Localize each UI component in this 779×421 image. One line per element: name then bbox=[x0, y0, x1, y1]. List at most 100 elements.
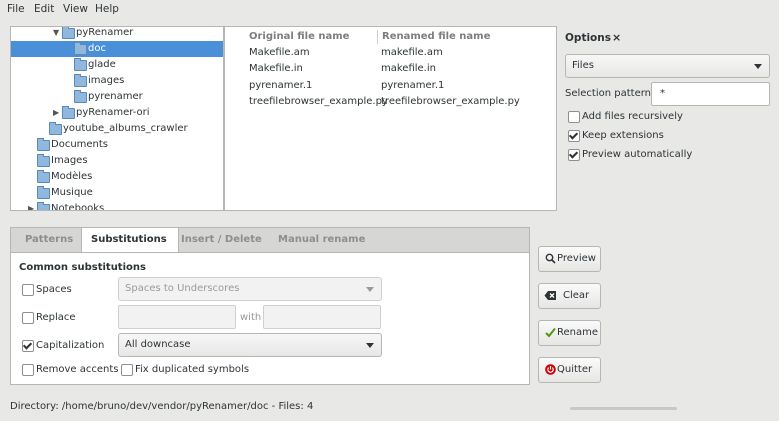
tree-item-images[interactable]: images bbox=[11, 73, 223, 89]
clear-button[interactable]: Clear bbox=[538, 283, 601, 309]
tab-patterns[interactable]: Patterns bbox=[25, 234, 73, 245]
capitalization-combo-value: All downcase bbox=[125, 339, 191, 350]
tree-item-label: doc bbox=[88, 43, 106, 54]
folder-icon bbox=[37, 202, 50, 210]
substitutions-panel: Common substitutions Spaces Spaces to Un… bbox=[10, 252, 530, 385]
with-label: with bbox=[240, 312, 262, 323]
capitalization-combo[interactable]: All downcase bbox=[118, 333, 382, 357]
rename-notebook: Patterns Substitutions Insert / Delete M… bbox=[10, 227, 530, 385]
tree-item-pyrenamer-sub[interactable]: pyrenamer bbox=[11, 89, 223, 105]
folder-icon bbox=[37, 138, 50, 151]
tree-item-label: pyrenamer bbox=[88, 91, 143, 102]
folder-icon bbox=[62, 106, 75, 119]
tree-item-label: Modèles bbox=[51, 171, 93, 182]
file-original[interactable]: Makefile.in bbox=[249, 63, 303, 74]
scope-combo[interactable]: Files bbox=[565, 54, 770, 78]
options-title: Options bbox=[565, 32, 611, 44]
directory-tree[interactable]: ▼ pyRenamer doc glade images pyrenamer ▶… bbox=[10, 26, 224, 211]
tree-item-label: Documents bbox=[51, 139, 109, 150]
progress-bar bbox=[570, 407, 677, 410]
tree-item-pyrenamer[interactable]: ▼ pyRenamer bbox=[11, 27, 223, 41]
search-icon bbox=[545, 253, 556, 264]
spaces-combo[interactable]: Spaces to Underscores bbox=[118, 277, 382, 301]
tree-item-doc[interactable]: doc bbox=[11, 41, 223, 57]
tree-item-pyrenamer-ori[interactable]: ▶ pyRenamer-ori bbox=[11, 105, 223, 121]
selection-pattern-value: * bbox=[660, 88, 665, 99]
column-header-original[interactable]: Original file name bbox=[249, 31, 349, 42]
folder-icon bbox=[74, 90, 87, 103]
capitalization-checkbox[interactable] bbox=[22, 340, 34, 352]
menubar: File Edit View Help bbox=[0, 0, 779, 18]
keep-extensions-checkbox[interactable] bbox=[568, 130, 580, 142]
menu-view[interactable]: View bbox=[63, 3, 88, 15]
chevron-down-icon bbox=[366, 343, 374, 348]
file-renamed[interactable]: makefile.am bbox=[381, 47, 443, 58]
file-original[interactable]: treefilebrowser_example.py bbox=[249, 96, 388, 107]
quit-button[interactable]: Quitter bbox=[538, 357, 601, 383]
remove-accents-label[interactable]: Remove accents bbox=[36, 364, 119, 375]
selection-pattern-input[interactable]: * bbox=[651, 82, 770, 106]
capitalization-label[interactable]: Capitalization bbox=[36, 340, 104, 351]
keep-extensions-label[interactable]: Keep extensions bbox=[582, 130, 664, 141]
preview-auto-label[interactable]: Preview automatically bbox=[582, 149, 692, 160]
file-original[interactable]: Makefile.am bbox=[249, 47, 310, 58]
fix-duplicated-label[interactable]: Fix duplicated symbols bbox=[135, 364, 249, 375]
replace-to-input[interactable] bbox=[263, 305, 381, 329]
tree-item-glade[interactable]: glade bbox=[11, 57, 223, 73]
tree-item-images-home[interactable]: Images bbox=[11, 153, 223, 169]
tree-item-label: Images bbox=[51, 155, 88, 166]
rename-button-label: Rename bbox=[557, 327, 599, 338]
quit-button-label: Quitter bbox=[557, 364, 593, 375]
preview-button[interactable]: Preview bbox=[538, 246, 601, 272]
fix-duplicated-checkbox[interactable] bbox=[121, 364, 133, 376]
tree-item-modeles[interactable]: Modèles bbox=[11, 169, 223, 185]
menu-file[interactable]: File bbox=[7, 3, 25, 15]
add-recursive-checkbox[interactable] bbox=[568, 111, 580, 123]
replace-from-input[interactable] bbox=[118, 305, 236, 329]
scope-combo-value: Files bbox=[572, 60, 594, 71]
chevron-down-icon bbox=[754, 64, 762, 69]
menu-edit[interactable]: Edit bbox=[34, 3, 54, 15]
tree-item-youtube[interactable]: youtube_albums_crawler bbox=[11, 121, 223, 137]
file-renamed[interactable]: treefilebrowser_example.py bbox=[381, 96, 520, 107]
tree-item-label: youtube_albums_crawler bbox=[63, 123, 188, 134]
folder-icon bbox=[37, 186, 50, 199]
tree-item-notebooks[interactable]: ▶ Notebooks bbox=[11, 201, 223, 211]
spaces-checkbox[interactable] bbox=[22, 284, 34, 296]
add-recursive-label[interactable]: Add files recursively bbox=[582, 111, 683, 122]
checkmark-icon bbox=[545, 327, 556, 338]
tree-item-label: Notebooks bbox=[51, 203, 105, 211]
file-renamed[interactable]: pyrenamer.1 bbox=[381, 80, 444, 91]
column-separator bbox=[377, 30, 378, 44]
file-list[interactable]: Original file name Renamed file name Mak… bbox=[224, 26, 557, 211]
expander-icon[interactable]: ▶ bbox=[53, 105, 59, 121]
tab-manual-rename[interactable]: Manual rename bbox=[278, 234, 365, 245]
column-header-renamed[interactable]: Renamed file name bbox=[382, 31, 490, 42]
power-icon bbox=[545, 364, 556, 375]
close-icon[interactable]: × bbox=[612, 31, 621, 44]
preview-auto-checkbox[interactable] bbox=[568, 149, 580, 161]
spaces-combo-value: Spaces to Underscores bbox=[125, 283, 240, 294]
folder-icon bbox=[37, 170, 50, 183]
folder-icon bbox=[74, 42, 87, 55]
replace-label[interactable]: Replace bbox=[36, 312, 76, 323]
expander-icon[interactable]: ▼ bbox=[53, 27, 59, 41]
tab-substitutions[interactable]: Substitutions bbox=[91, 234, 167, 245]
menu-help[interactable]: Help bbox=[95, 3, 119, 15]
replace-checkbox[interactable] bbox=[22, 312, 34, 324]
clear-button-label: Clear bbox=[563, 290, 590, 301]
file-original[interactable]: pyrenamer.1 bbox=[249, 80, 312, 91]
remove-accents-checkbox[interactable] bbox=[22, 364, 34, 376]
tree-item-documents[interactable]: Documents bbox=[11, 137, 223, 153]
chevron-down-icon bbox=[366, 287, 374, 292]
expander-icon[interactable]: ▶ bbox=[28, 201, 34, 210]
tree-item-label: images bbox=[88, 75, 125, 86]
file-renamed[interactable]: makefile.in bbox=[381, 63, 436, 74]
tree-item-musique[interactable]: Musique bbox=[11, 185, 223, 201]
section-heading: Common substitutions bbox=[19, 262, 146, 273]
folder-icon bbox=[37, 154, 50, 167]
tab-insert-delete[interactable]: Insert / Delete bbox=[181, 234, 262, 245]
rename-button[interactable]: Rename bbox=[538, 320, 601, 346]
folder-icon bbox=[49, 122, 62, 135]
spaces-label[interactable]: Spaces bbox=[36, 284, 72, 295]
